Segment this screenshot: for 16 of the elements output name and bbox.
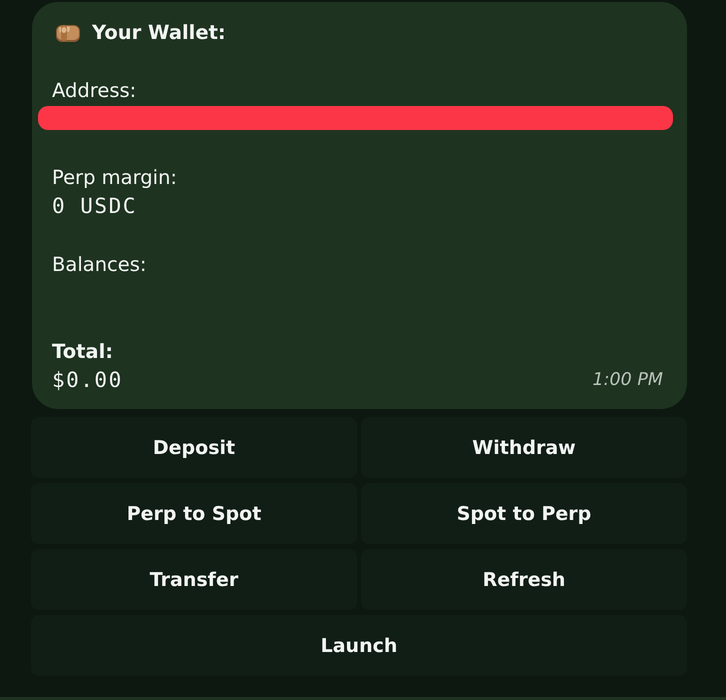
keyboard-button[interactable]: Launch bbox=[31, 615, 687, 676]
keyboard-button[interactable]: Perp to Spot bbox=[31, 483, 357, 544]
total-label: Total: bbox=[52, 340, 114, 363]
message-time: 1:00 PM bbox=[592, 369, 663, 391]
keyboard-button[interactable]: Refresh bbox=[361, 549, 687, 610]
wallet-icon bbox=[55, 22, 81, 43]
keyboard-button[interactable]: Deposit bbox=[31, 417, 357, 478]
field-label: Address: bbox=[52, 79, 136, 102]
field-label: Balances: bbox=[52, 253, 147, 276]
keyboard-button[interactable]: Transfer bbox=[31, 549, 357, 610]
field-label: Perp margin: bbox=[52, 166, 177, 189]
keyboard-button[interactable]: Withdraw bbox=[361, 417, 687, 478]
field-value: 0 USDC bbox=[52, 194, 137, 218]
keyboard-button[interactable]: Spot to Perp bbox=[361, 483, 687, 544]
message-title: Your Wallet: bbox=[92, 20, 226, 46]
total-value: $0.00 bbox=[52, 368, 123, 392]
